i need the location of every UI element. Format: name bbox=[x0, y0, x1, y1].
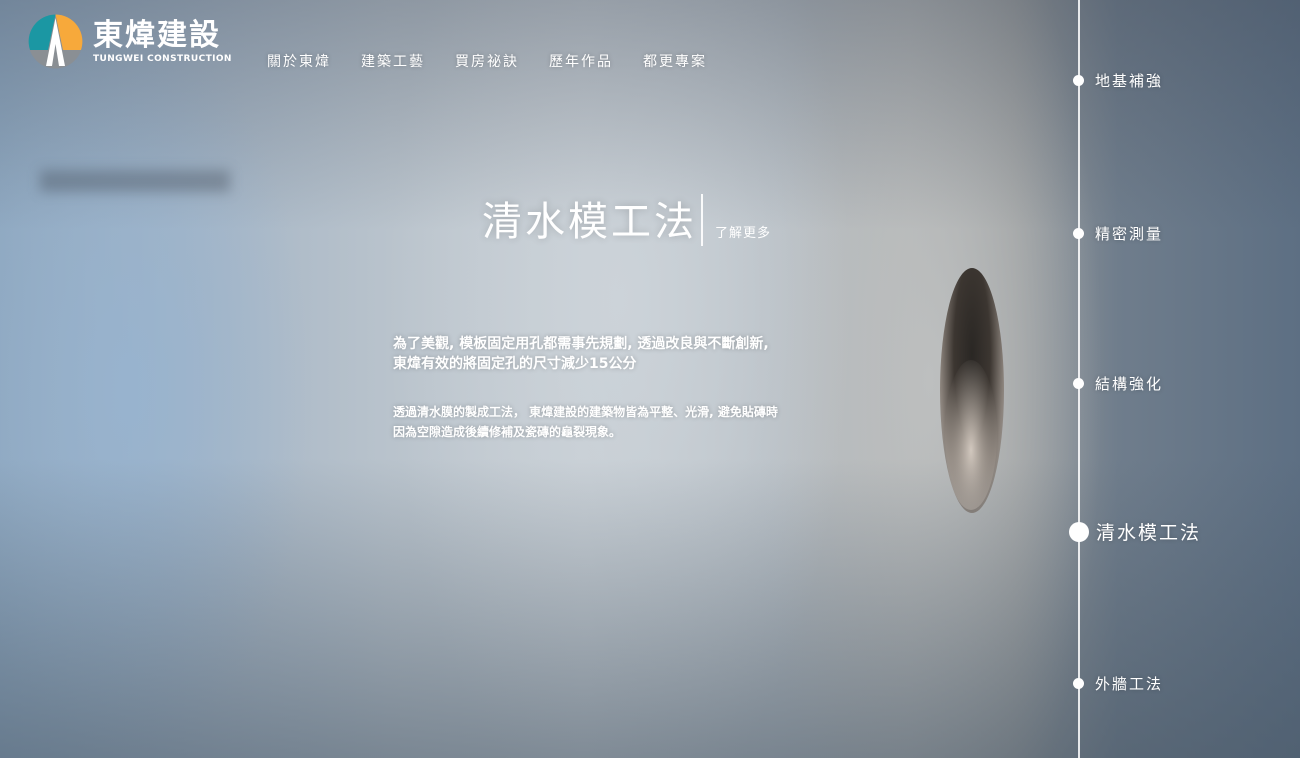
background-blur-bar bbox=[40, 170, 230, 192]
timeline-dot bbox=[1073, 378, 1084, 389]
learn-more-link[interactable]: 了解更多 bbox=[715, 222, 771, 241]
timeline-dot bbox=[1073, 678, 1084, 689]
timeline-label-active: 清水模工法 bbox=[1096, 522, 1202, 544]
nav-item-about[interactable]: 關於東煒 bbox=[267, 51, 331, 71]
timeline-label: 精密測量 bbox=[1095, 225, 1164, 243]
hero-title: 清水模工法 bbox=[482, 199, 697, 245]
nav-item-tips[interactable]: 買房祕訣 bbox=[455, 51, 519, 71]
timeline-item-exterior-wall[interactable]: 外牆工法 bbox=[1073, 673, 1163, 694]
logo-text: 東煒建設 TUNGWEI CONSTRUCTION bbox=[93, 17, 232, 65]
timeline-label: 外牆工法 bbox=[1095, 675, 1164, 693]
timeline-item-foundation[interactable]: 地基補強 bbox=[1073, 70, 1163, 91]
hero-description-primary: 為了美觀, 模板固定用孔都需事先規劃, 透過改良與不斷創新, 東煒有效的將固定孔… bbox=[393, 336, 769, 372]
nav-item-craft[interactable]: 建築工藝 bbox=[361, 51, 425, 71]
logo-name-cn: 東煒建設 bbox=[93, 17, 221, 53]
timeline-item-survey[interactable]: 精密測量 bbox=[1073, 223, 1163, 244]
concrete-tie-hole-highlight bbox=[945, 360, 997, 510]
nav-item-works[interactable]: 歷年作品 bbox=[549, 51, 613, 71]
logo[interactable]: 東煒建設 TUNGWEI CONSTRUCTION bbox=[28, 14, 232, 69]
logo-mark-icon bbox=[28, 14, 83, 69]
hero-divider bbox=[701, 194, 703, 246]
nav-item-renewal[interactable]: 都更專案 bbox=[643, 51, 707, 71]
timeline-dot bbox=[1073, 228, 1084, 239]
timeline-dot bbox=[1073, 75, 1084, 86]
hero-background: 東煒建設 TUNGWEI CONSTRUCTION 關於東煒 建築工藝 買房祕訣… bbox=[0, 0, 1300, 758]
hero-description-secondary: 透過清水膜的製成工法， 東煒建設的建築物皆為平整、光滑, 避免貼磚時因為空隙造成… bbox=[393, 405, 778, 439]
timeline-label: 結構強化 bbox=[1095, 375, 1164, 393]
timeline-item-structure[interactable]: 結構強化 bbox=[1073, 373, 1163, 394]
timeline-dot-active bbox=[1069, 521, 1089, 542]
timeline-label: 地基補強 bbox=[1095, 72, 1164, 90]
main-nav: 關於東煒 建築工藝 買房祕訣 歷年作品 都更專案 bbox=[267, 51, 707, 71]
background-shade-bottom bbox=[0, 458, 1300, 758]
logo-name-en: TUNGWEI CONSTRUCTION bbox=[93, 53, 232, 64]
timeline-item-fair-faced-concrete[interactable]: 清水模工法 bbox=[1069, 518, 1201, 545]
